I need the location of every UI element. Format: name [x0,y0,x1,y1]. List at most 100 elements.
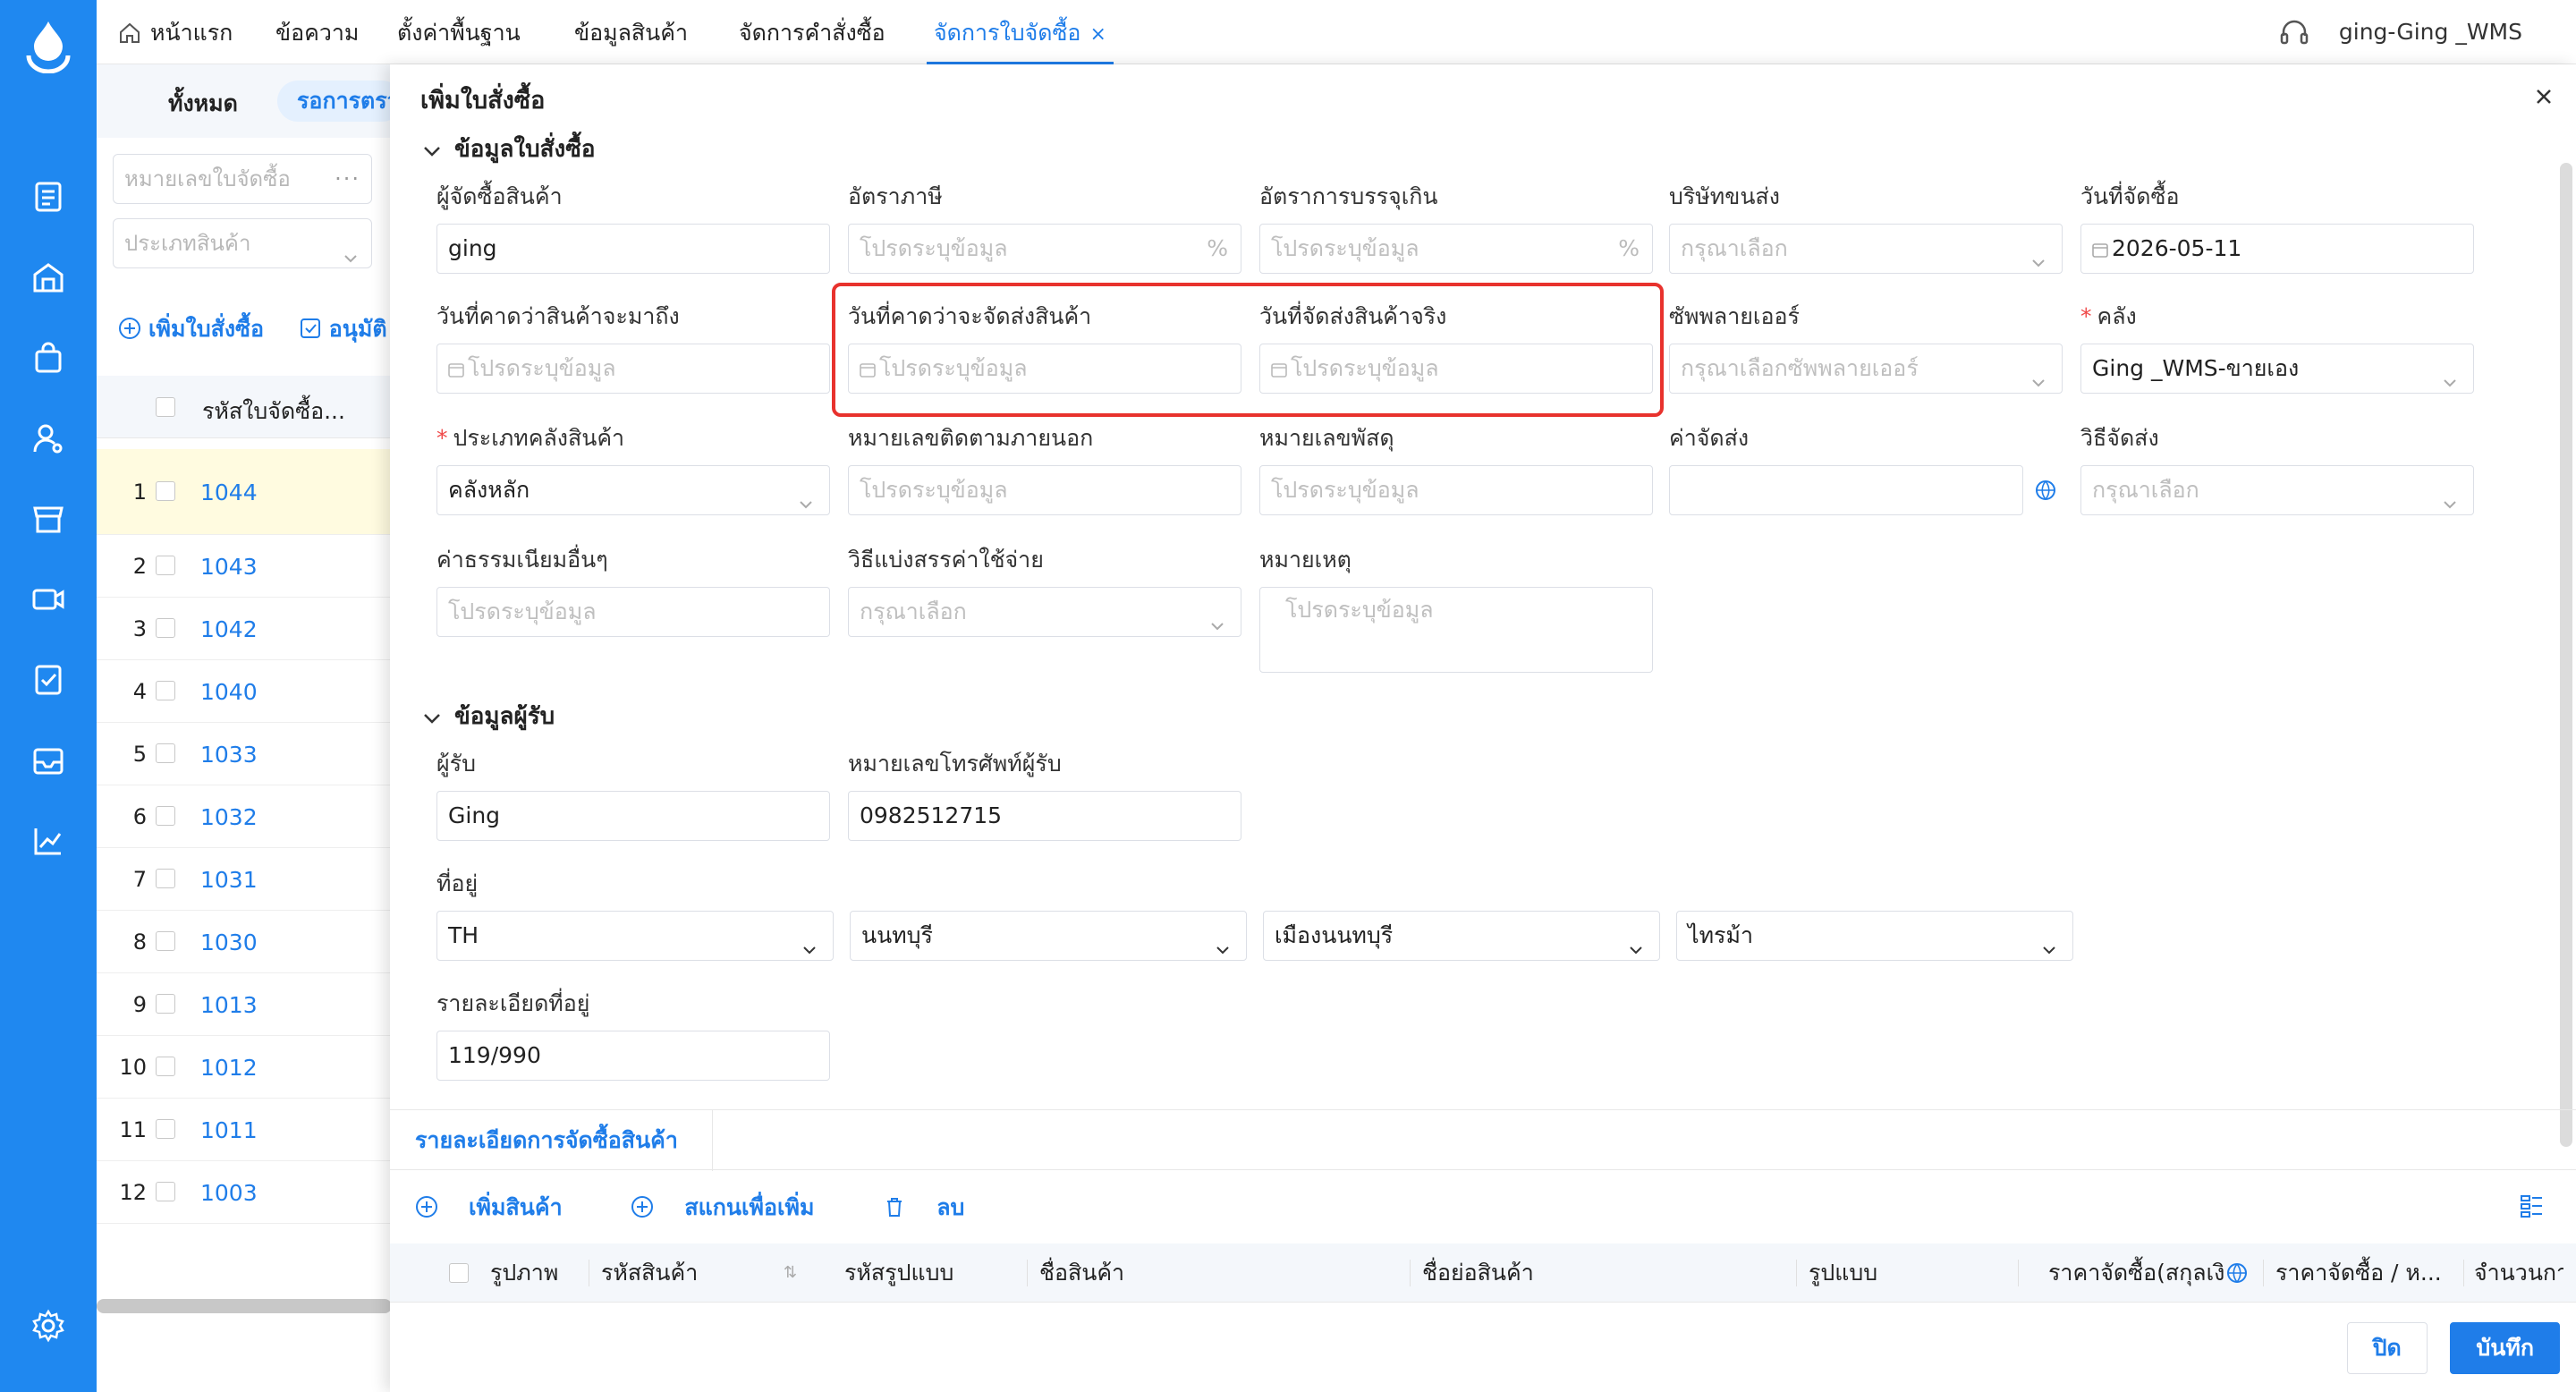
store-icon[interactable] [30,501,66,537]
tab-home[interactable]: หน้าแรก [150,0,233,64]
section-po-info[interactable]: ข้อมูลใบสั่งซื้อ [422,131,596,167]
po-number-link[interactable]: 1030 [200,929,258,955]
po-number-link[interactable]: 1011 [200,1117,258,1143]
col-product-name[interactable]: ชื่อสินค้า [1039,1243,1415,1303]
table-row[interactable]: 6 1032 [97,785,392,848]
col-short-name[interactable]: ชื่อย่อสินค้า [1422,1243,1798,1303]
col-variant[interactable]: รูปแบบ [1809,1243,2005,1303]
col-purchase-price[interactable]: ราคาจัดซื้อ(สกุลเงิ [2048,1243,2224,1303]
external-tracking-input[interactable]: โปรดระบุข้อมูล [848,465,1241,515]
wh-type-select[interactable]: คลังหลัก [436,465,830,515]
table-row[interactable]: 4 1040 [97,660,392,723]
tab-order-management[interactable]: จัดการคำสั่งซื้อ [739,0,886,64]
po-number-link[interactable]: 1033 [200,742,258,768]
table-row[interactable]: 5 1033 [97,723,392,785]
col-image[interactable]: รูปภาพ [490,1243,580,1303]
horizontal-scrollbar[interactable] [97,1299,392,1313]
column-settings-icon[interactable] [2519,1193,2544,1218]
select-all-checkbox[interactable] [156,397,175,417]
po-date-input[interactable]: 2026-05-11 [2080,224,2474,274]
other-fees-input[interactable]: โปรดระบุข้อมูล [436,587,830,637]
tab-basic-settings[interactable]: ตั้งค่าพื้นฐาน [397,0,521,64]
tab-messages[interactable]: ข้อความ [275,0,359,64]
allocation-select[interactable]: กรุณาเลือก [848,587,1241,637]
product-type-filter[interactable]: ประเภทสินค้า [113,218,372,268]
po-number-link[interactable]: 1042 [200,616,258,642]
user-name[interactable]: ging-Ging _WMS [2339,0,2522,64]
tab-purchase-details[interactable]: รายละเอียดการจัดซื้อสินค้า [415,1110,713,1171]
document-icon[interactable] [30,179,66,215]
row-checkbox[interactable] [156,743,175,763]
headset-icon[interactable] [2279,18,2309,48]
sort-icon[interactable]: ⇅ [784,1243,810,1303]
po-number-link[interactable]: 1013 [200,992,258,1018]
report-icon[interactable] [30,662,66,698]
row-checkbox[interactable] [156,994,175,1014]
tab-product-info[interactable]: ข้อมูลสินค้า [574,0,688,64]
row-checkbox[interactable] [156,681,175,700]
add-po-button[interactable]: เพิ่มใบสั่งซื้อ [118,316,264,342]
phone-input[interactable]: 0982512715 [848,791,1241,841]
col-quantity[interactable]: จำนวนกา [2474,1243,2563,1303]
parcel-no-input[interactable]: โปรดระบุข้อมูล [1259,465,1653,515]
user-settings-icon[interactable] [30,420,66,456]
table-row[interactable]: 7 1031 [97,848,392,911]
table-row[interactable]: 3 1042 [97,598,392,660]
row-checkbox[interactable] [156,481,175,501]
close-icon[interactable] [2531,84,2556,109]
eta-input[interactable]: โปรดระบุข้อมูล [436,344,830,394]
col-variant-code[interactable]: รหัสรูปแบบ [844,1243,1023,1303]
gear-icon[interactable] [30,1308,66,1344]
delete-button[interactable]: ลบ [883,1194,995,1220]
row-checkbox[interactable] [156,1182,175,1201]
table-row[interactable]: 2 1043 [97,535,392,598]
po-number-filter[interactable]: หมายเลขใบจัดซื้อ ··· [113,154,372,204]
po-number-link[interactable]: 1040 [200,679,258,705]
close-icon[interactable]: × [1089,23,1106,46]
country-select[interactable]: TH [436,911,834,961]
subdistrict-select[interactable]: ไทรม้า [1676,911,2073,961]
approve-button[interactable]: อนุมัติ [299,316,387,342]
section-receiver[interactable]: ข้อมูลผู้รับ [422,698,555,734]
po-number-link[interactable]: 1012 [200,1055,258,1081]
shipping-fee-input[interactable] [1669,465,2023,515]
currency-globe-icon[interactable] [2034,479,2057,502]
vertical-scrollbar[interactable] [2560,163,2572,1147]
row-checkbox[interactable] [156,556,175,575]
remark-textarea[interactable]: โปรดระบุข้อมูล [1259,587,1653,673]
more-icon[interactable]: ··· [335,155,360,203]
inbox-icon[interactable] [30,743,66,778]
warehouse-icon[interactable] [30,259,66,295]
col-product-code[interactable]: รหัสสินค้า [601,1243,735,1303]
table-row[interactable]: 11 1011 [97,1099,392,1161]
province-select[interactable]: นนทบุรี [850,911,1247,961]
video-icon[interactable] [30,581,66,617]
table-row[interactable]: 9 1013 [97,973,392,1036]
shipping-method-select[interactable]: กรุณาเลือก [2080,465,2474,515]
carrier-select[interactable]: กรุณาเลือก [1669,224,2063,274]
table-row[interactable]: 1 1044 [97,449,392,535]
row-checkbox[interactable] [156,1119,175,1139]
table-row[interactable]: 8 1030 [97,911,392,973]
tax-rate-input[interactable]: โปรดระบุข้อมูล% [848,224,1241,274]
save-button[interactable]: บันทึก [2450,1322,2560,1374]
scan-add-button[interactable]: สแกนเพื่อเพิ่ม [631,1194,844,1220]
chart-icon[interactable] [30,823,66,859]
supplier-select[interactable]: กรุณาเลือกซัพพลายเออร์ [1669,344,2063,394]
buyer-input[interactable]: ging [436,224,830,274]
receiver-input[interactable]: Ging [436,791,830,841]
bag-icon[interactable] [30,340,66,376]
po-number-link[interactable]: 1031 [200,867,258,893]
warehouse-select[interactable]: Ging _WMS-ขายเอง [2080,344,2474,394]
col-po-code[interactable]: รหัสใบจัดซื้อ... [202,394,345,429]
po-number-link[interactable]: 1003 [200,1180,258,1206]
overpack-rate-input[interactable]: โปรดระบุข้อมูล% [1259,224,1653,274]
po-number-link[interactable]: 1043 [200,554,258,580]
select-all-products-checkbox[interactable] [449,1263,469,1283]
po-number-link[interactable]: 1044 [200,480,258,505]
row-checkbox[interactable] [156,806,175,826]
row-checkbox[interactable] [156,618,175,638]
status-tab-all[interactable]: ทั้งหมด [168,86,238,122]
district-select[interactable]: เมืองนนทบุรี [1263,911,1660,961]
status-tab-pending[interactable]: รอการตรวจสอบ [277,81,402,122]
